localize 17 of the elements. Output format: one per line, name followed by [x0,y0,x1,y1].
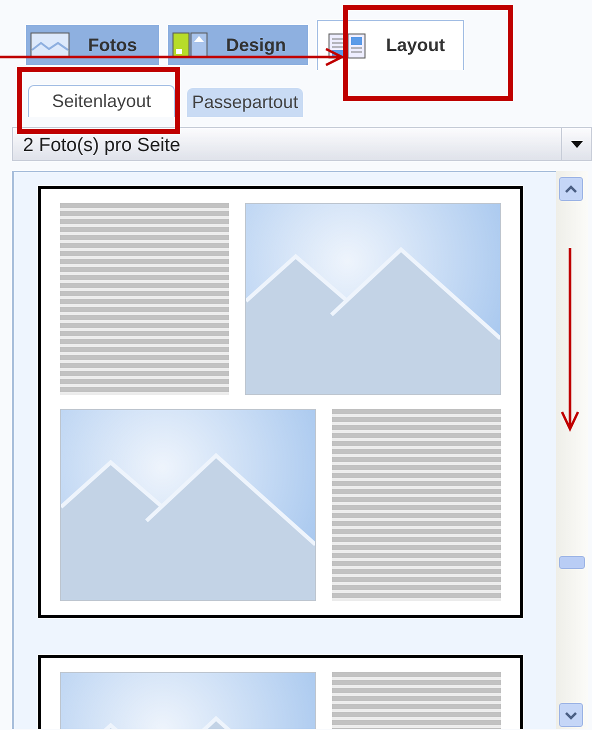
dropdown-value: 2 Foto(s) pro Seite [22,134,182,158]
tab[interactable]: Layout [317,20,464,70]
chevron-down-icon [564,710,578,720]
chevron-up-icon [564,184,578,194]
design-icon [172,32,208,58]
landscape-icon [30,32,70,58]
scroll-up-button[interactable] [559,177,583,201]
sub-tab[interactable]: Seitenlayout [28,85,175,117]
sub-tab[interactable]: Passepartout [187,88,304,117]
layout-dropdown[interactable]: 2 Foto(s) pro Seite [12,127,592,161]
tab[interactable]: Design [168,25,308,65]
tab[interactable]: Fotos [26,25,159,65]
scroll-down-button[interactable] [559,703,583,727]
layout-icon [328,32,366,58]
page-layout-card[interactable] [38,186,523,618]
dropdown-arrow-icon [570,140,582,148]
scroll-thumb[interactable] [559,556,585,569]
